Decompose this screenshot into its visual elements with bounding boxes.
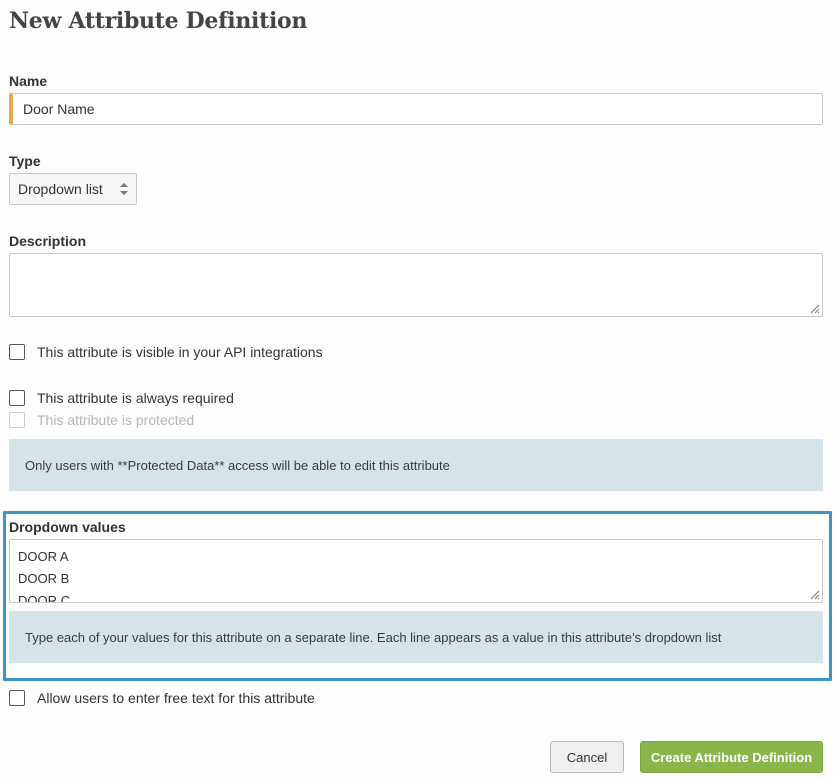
protected-row: This attribute is protected xyxy=(9,411,194,429)
protected-label: This attribute is protected xyxy=(37,412,195,428)
create-attribute-definition-button[interactable]: Create Attribute Definition xyxy=(640,741,823,773)
free-text-checkbox[interactable] xyxy=(9,690,25,706)
dropdown-value-line: DOOR C xyxy=(18,593,70,602)
type-label: Type xyxy=(9,153,41,169)
name-input[interactable] xyxy=(9,93,823,125)
page-title: New Attribute Definition xyxy=(9,8,308,34)
dropdown-value-line: DOOR A xyxy=(18,549,69,564)
up-down-arrows-icon xyxy=(120,183,128,195)
protected-info-box: Only users with **Protected Data** acces… xyxy=(9,439,823,491)
attribute-definition-form: New Attribute Definition Name Type Dropd… xyxy=(0,0,834,780)
always-required-label: This attribute is always required xyxy=(37,390,234,406)
dropdown-values-label: Dropdown values xyxy=(9,519,126,535)
always-required-row[interactable]: This attribute is always required xyxy=(9,389,234,407)
cancel-button[interactable]: Cancel xyxy=(550,741,624,773)
description-label: Description xyxy=(9,233,87,249)
dropdown-values-help-text: Type each of your values for this attrib… xyxy=(25,629,722,645)
dropdown-value-line: DOOR B xyxy=(18,571,70,586)
resize-grip-icon[interactable] xyxy=(808,588,820,600)
api-visible-checkbox[interactable] xyxy=(9,344,25,360)
free-text-label: Allow users to enter free text for this … xyxy=(37,690,315,706)
dropdown-values-content: DOOR A DOOR B DOOR C xyxy=(10,540,822,602)
type-select[interactable]: Dropdown list xyxy=(9,173,137,205)
protected-checkbox xyxy=(9,412,25,428)
description-textarea[interactable] xyxy=(9,253,823,317)
dropdown-values-textarea[interactable]: DOOR A DOOR B DOOR C xyxy=(9,539,823,603)
dropdown-values-help-box: Type each of your values for this attrib… xyxy=(9,611,823,663)
free-text-row[interactable]: Allow users to enter free text for this … xyxy=(9,689,315,707)
type-select-value: Dropdown list xyxy=(18,181,103,197)
name-label: Name xyxy=(9,73,48,89)
resize-grip-icon[interactable] xyxy=(808,302,820,314)
always-required-checkbox[interactable] xyxy=(9,390,25,406)
protected-info-text: Only users with **Protected Data** acces… xyxy=(25,457,450,473)
api-visible-row[interactable]: This attribute is visible in your API in… xyxy=(9,343,323,361)
api-visible-label: This attribute is visible in your API in… xyxy=(37,344,323,360)
